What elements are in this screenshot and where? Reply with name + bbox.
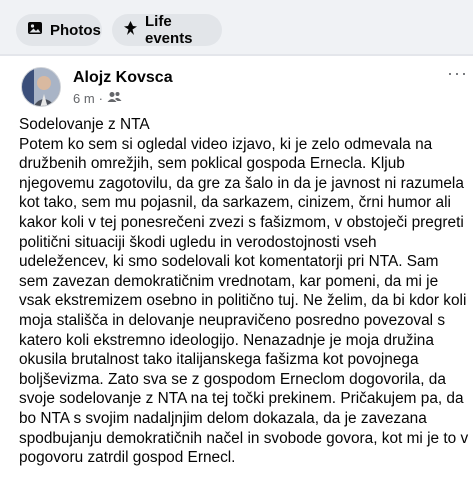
more-options-icon[interactable]: ···	[447, 64, 467, 86]
post-paragraph: Potem ko sem si ogledal video izjavo, ki…	[19, 135, 469, 467]
life-events-tab-button[interactable]: Life events	[112, 13, 222, 47]
post-title-line: Sodelovanje z NTA	[19, 116, 150, 133]
friends-icon[interactable]	[107, 91, 122, 106]
photos-tab-button[interactable]: Photos	[16, 14, 102, 46]
post-text: Sodelovanje z NTA Potem ko sem si ogleda…	[19, 115, 469, 468]
meta-dot: ·	[98, 91, 104, 106]
post-card: Alojz Kovsca 6 m · ··· Sodelovanje z NTA…	[0, 56, 473, 481]
photo-icon	[27, 20, 43, 40]
photos-tab-label: Photos	[50, 21, 101, 39]
flag-icon	[123, 20, 138, 40]
avatar[interactable]	[21, 67, 61, 107]
post-author-name[interactable]: Alojz Kovsca	[73, 69, 173, 87]
post-timestamp[interactable]: 6 m	[73, 91, 95, 106]
life-events-tab-label: Life events	[145, 13, 193, 47]
profile-tab-bar: Photos Life events	[0, 0, 473, 54]
post-meta: 6 m ·	[73, 91, 122, 106]
